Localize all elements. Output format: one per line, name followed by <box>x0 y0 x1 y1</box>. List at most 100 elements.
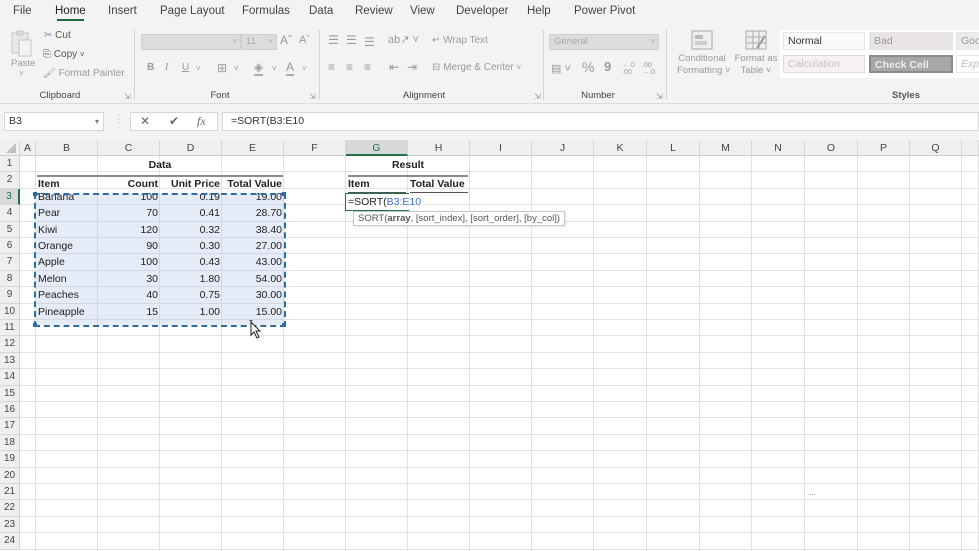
row-header-16[interactable]: 16 <box>0 402 20 419</box>
row-header-21[interactable]: 21 <box>0 484 20 501</box>
increase-font-button[interactable]: Aˆ <box>280 33 292 47</box>
top-align-icon[interactable]: ☰ <box>328 33 339 47</box>
tab-help[interactable]: Help <box>527 5 551 17</box>
clipboard-launcher-icon[interactable]: ⇲ <box>124 92 131 101</box>
selection-handle[interactable] <box>33 192 37 196</box>
font-launcher-icon[interactable]: ⇲ <box>309 92 316 101</box>
row-header-15[interactable]: 15 <box>0 385 20 402</box>
comma-style-button[interactable]: 9 <box>604 59 611 74</box>
row-header-8[interactable]: 8 <box>0 270 20 288</box>
style-normal[interactable]: Normal <box>783 32 865 50</box>
alignment-launcher-icon[interactable]: ⇲ <box>534 92 541 101</box>
row-header-14[interactable]: 14 <box>0 369 20 386</box>
selection-handle[interactable] <box>282 192 286 196</box>
row-header-3[interactable]: 3 <box>0 188 20 206</box>
decrease-font-button[interactable]: Aˇ <box>299 34 310 46</box>
row-header-7[interactable]: 7 <box>0 254 20 271</box>
tab-formulas[interactable]: Formulas <box>242 5 290 17</box>
conditional-formatting-button[interactable]: Conditional Formatting ˅ <box>677 30 731 77</box>
increase-indent-icon[interactable]: ⇥ <box>407 60 417 74</box>
worksheet-grid[interactable]: ABCDEFGHIJKLMNOPQ 1 2 3 4 5 6 7 8 9 10 11 12 13 14 15 1… <box>0 140 979 551</box>
column-header-b[interactable]: B <box>36 140 98 156</box>
column-header-o[interactable]: O <box>805 140 858 156</box>
number-launcher-icon[interactable]: ⇲ <box>656 92 663 101</box>
underline-button[interactable]: U <box>182 62 189 73</box>
column-header-j[interactable]: J <box>532 140 594 156</box>
accounting-format-icon[interactable]: ▤ ˅ <box>551 62 571 75</box>
style-good[interactable]: Goo <box>956 32 979 50</box>
selection-handle[interactable] <box>282 323 286 327</box>
column-header-c[interactable]: C <box>98 140 160 156</box>
cut-button[interactable]: ✂ Cut <box>44 30 71 41</box>
borders-dropdown-icon[interactable]: ˅ <box>234 64 239 73</box>
tab-power-pivot[interactable]: Power Pivot <box>574 5 635 17</box>
enter-icon[interactable]: ✔ <box>169 114 179 128</box>
row-header-1[interactable]: 1 <box>0 156 20 173</box>
format-painter-button[interactable]: 🖌 Format Painter <box>43 68 125 79</box>
tab-view[interactable]: View <box>410 5 435 17</box>
align-center-icon[interactable]: ≡ <box>346 60 353 74</box>
paste-label[interactable]: Paste <box>11 58 35 69</box>
row-header-13[interactable]: 13 <box>0 352 20 370</box>
decrease-decimal-button[interactable]: .00 →.0 <box>642 62 660 76</box>
column-header-e[interactable]: E <box>222 140 284 156</box>
column-header-k[interactable]: K <box>594 140 647 156</box>
cancel-icon[interactable]: ✕ <box>140 114 150 128</box>
align-left-icon[interactable]: ≡ <box>328 60 335 74</box>
style-explanatory[interactable]: Exp <box>956 55 979 73</box>
column-header-r[interactable] <box>962 140 979 156</box>
row-header-10[interactable]: 10 <box>0 303 20 320</box>
merge-center-button[interactable]: ⊟ Merge & Center ˅ <box>432 62 521 73</box>
tab-page-layout[interactable]: Page Layout <box>160 5 225 17</box>
row-header-19[interactable]: 19 <box>0 451 20 468</box>
column-header-a[interactable]: A <box>20 140 36 156</box>
font-color-icon[interactable]: A <box>286 60 295 76</box>
row-header-23[interactable]: 23 <box>0 516 20 534</box>
row-header-12[interactable]: 12 <box>0 336 20 353</box>
row-header-2[interactable]: 2 <box>0 172 20 189</box>
tab-insert[interactable]: Insert <box>108 5 137 17</box>
row-header-9[interactable]: 9 <box>0 287 20 304</box>
increase-decimal-button[interactable]: ←.0 .00 <box>622 62 640 76</box>
style-bad[interactable]: Bad <box>869 32 953 50</box>
row-header-11[interactable]: 11 <box>0 320 20 337</box>
column-header-p[interactable]: P <box>858 140 910 156</box>
orientation-icon[interactable]: ab↗ ˅ <box>388 33 419 46</box>
formula-input[interactable]: =SORT(B3:E10 <box>222 112 979 131</box>
bold-button[interactable]: B <box>147 62 154 73</box>
middle-align-icon[interactable]: ☰ <box>346 33 357 47</box>
cell-editor[interactable]: =SORT(B3:E10 <box>346 194 424 210</box>
tab-data[interactable]: Data <box>309 5 333 17</box>
wrap-text-button[interactable]: ↵ Wrap Text <box>432 35 488 46</box>
paste-button[interactable] <box>10 30 36 60</box>
row-header-17[interactable]: 17 <box>0 418 20 435</box>
name-box[interactable]: B3 ▾ <box>4 112 104 131</box>
tab-developer[interactable]: Developer <box>456 5 508 17</box>
column-header-n[interactable]: N <box>752 140 805 156</box>
font-size-combo[interactable]: 11 ˅ <box>241 34 277 50</box>
borders-icon[interactable]: ⊞ <box>217 61 227 75</box>
style-calculation[interactable]: Calculation <box>783 55 865 73</box>
insert-function-icon[interactable]: fx <box>197 114 206 129</box>
column-header-g[interactable]: G <box>346 140 408 156</box>
selection-handle[interactable] <box>33 323 37 327</box>
tab-review[interactable]: Review <box>355 5 393 17</box>
column-header-d[interactable]: D <box>160 140 222 156</box>
decrease-indent-icon[interactable]: ⇤ <box>389 60 399 74</box>
row-header-5[interactable]: 5 <box>0 221 20 238</box>
function-tooltip[interactable]: SORT(array, [sort_index], [sort_order], … <box>353 211 566 226</box>
column-header-h[interactable]: H <box>408 140 470 156</box>
row-header-18[interactable]: 18 <box>0 434 20 452</box>
bottom-align-icon[interactable]: ☰ <box>364 35 375 49</box>
align-right-icon[interactable]: ≡ <box>364 60 371 74</box>
font-color-dropdown-icon[interactable]: ˅ <box>302 64 307 73</box>
number-format-combo[interactable]: General ˅ <box>549 34 659 50</box>
column-header-q[interactable]: Q <box>910 140 962 156</box>
font-name-combo[interactable]: ˅ <box>141 34 241 50</box>
select-all-corner[interactable] <box>0 140 20 156</box>
row-header-24[interactable]: 24 <box>0 533 20 550</box>
format-as-table-button[interactable]: Format as Table ˅ <box>732 30 780 77</box>
row-header-20[interactable]: 20 <box>0 467 20 484</box>
paste-dropdown-icon[interactable]: ˅ <box>19 69 24 78</box>
percent-button[interactable]: % <box>582 59 594 75</box>
